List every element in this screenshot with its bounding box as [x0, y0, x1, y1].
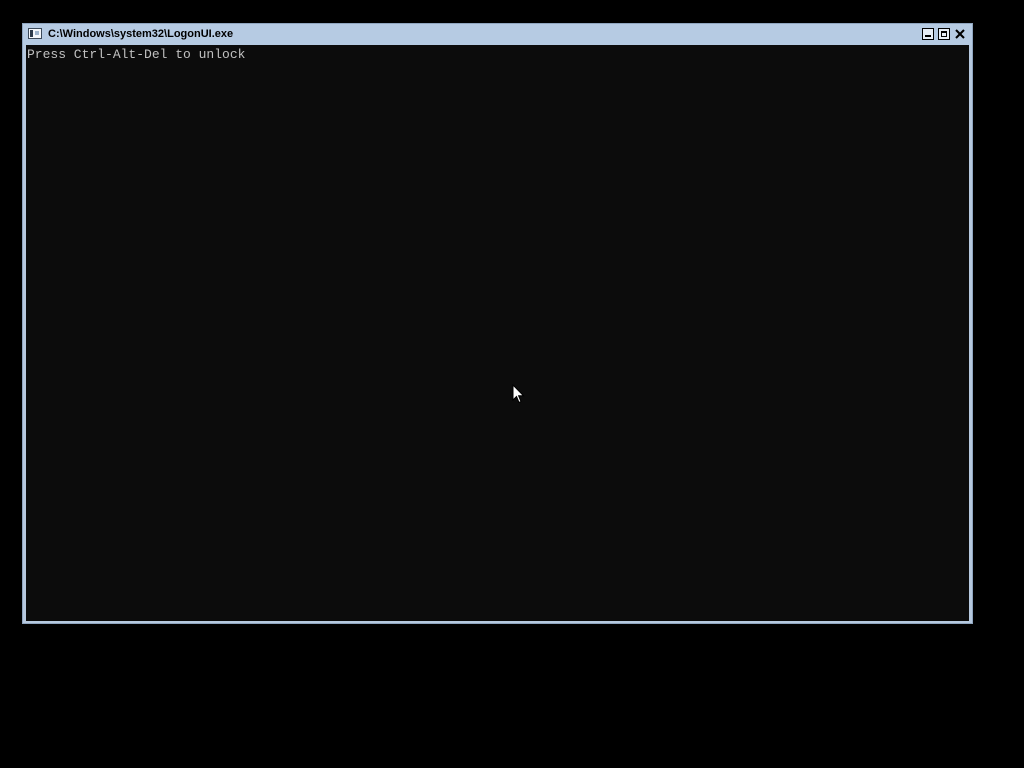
minimize-button[interactable] — [922, 28, 934, 40]
desktop: C:\Windows\system32\LogonUI.exe Press Ct… — [0, 0, 1024, 768]
mouse-pointer-icon — [512, 384, 525, 404]
close-button[interactable] — [954, 28, 966, 40]
console-area[interactable]: Press Ctrl-Alt-Del to unlock — [26, 45, 969, 621]
close-icon — [955, 29, 965, 39]
title-bar[interactable]: C:\Windows\system32\LogonUI.exe — [23, 24, 972, 45]
window-title: C:\Windows\system32\LogonUI.exe — [48, 28, 234, 40]
maximize-button[interactable] — [938, 28, 950, 40]
console-text: Press Ctrl-Alt-Del to unlock — [27, 47, 246, 62]
console-window[interactable]: C:\Windows\system32\LogonUI.exe Press Ct… — [22, 23, 973, 624]
console-app-icon[interactable] — [28, 28, 42, 39]
